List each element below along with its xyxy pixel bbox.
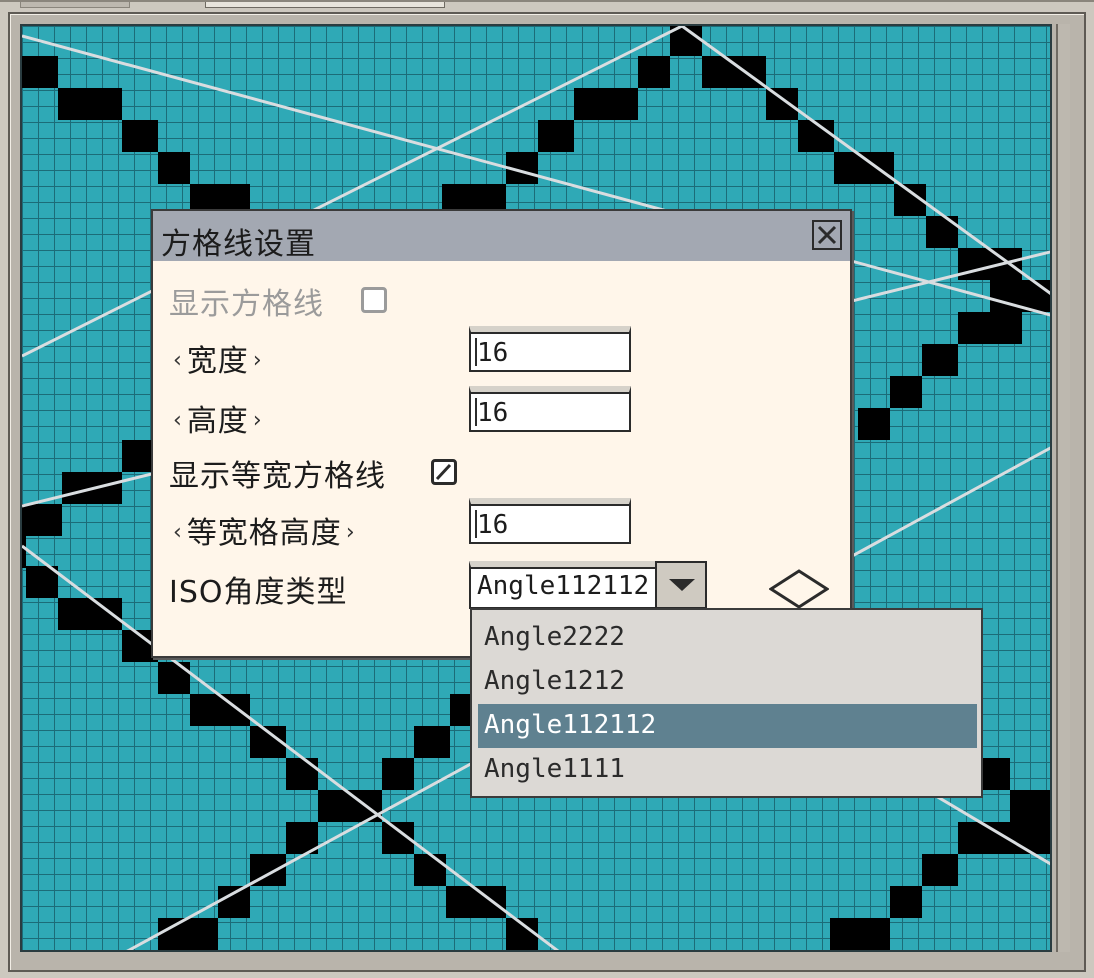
height-input[interactable]: 16 <box>469 386 631 432</box>
height-row: ‹ 高度 › <box>169 396 267 440</box>
dropdown-option[interactable]: Angle2222 <box>478 616 977 660</box>
vertical-scrollbar[interactable] <box>1056 24 1070 952</box>
show-equal-grid-label: 显示等宽方格线 <box>169 459 386 494</box>
dialog-titlebar[interactable]: 方格线设置 <box>153 211 850 262</box>
dialog-title: 方格线设置 <box>161 227 316 262</box>
dropdown-option[interactable]: Angle1212 <box>478 660 977 704</box>
equal-grid-height-row: ‹ 等宽格高度 › <box>169 508 360 552</box>
width-row: ‹ 宽度 › <box>169 336 267 380</box>
iso-angle-select[interactable]: Angle112112 <box>469 561 707 609</box>
close-button[interactable] <box>812 220 842 250</box>
tab-inactive[interactable] <box>20 2 130 8</box>
dropdown-toggle[interactable] <box>655 561 707 609</box>
dropdown-option-selected[interactable]: Angle112112 <box>478 704 977 748</box>
width-input[interactable]: 16 <box>469 326 631 372</box>
iso-angle-label: ISO角度类型 <box>169 575 348 610</box>
chevron-left-icon: ‹ <box>173 348 183 373</box>
triangle-down-icon <box>669 579 695 591</box>
equal-grid-height-label: 等宽格高度 <box>186 516 342 551</box>
chevron-right-icon: › <box>252 408 263 433</box>
dropdown-option[interactable]: Angle1111 <box>478 748 977 792</box>
chevron-right-icon: › <box>345 520 356 545</box>
iso-angle-value: Angle112112 <box>477 571 650 601</box>
close-icon <box>817 225 837 245</box>
tab-active[interactable] <box>205 2 445 8</box>
iso-angle-dropdown-list: Angle2222 Angle1212 Angle112112 Angle111… <box>470 608 983 798</box>
show-grid-label: 显示方格线 <box>169 287 324 322</box>
width-label: 宽度 <box>186 344 249 379</box>
height-label: 高度 <box>186 404 249 439</box>
grid-settings-dialog: 方格线设置 显示方格线 ‹ 宽度 › 16 ‹ 高度 › 16 显示等宽方格线 ‹ 等宽格… <box>151 209 852 658</box>
chevron-left-icon: ‹ <box>173 520 183 545</box>
iso-diamond-icon <box>769 569 829 609</box>
check-slash-icon <box>435 463 452 481</box>
chevron-left-icon: ‹ <box>173 408 183 433</box>
equal-grid-height-input[interactable]: 16 <box>469 498 631 544</box>
show-grid-checkbox[interactable] <box>361 287 387 313</box>
chevron-right-icon: › <box>252 348 263 373</box>
show-equal-grid-checkbox[interactable] <box>431 459 457 485</box>
